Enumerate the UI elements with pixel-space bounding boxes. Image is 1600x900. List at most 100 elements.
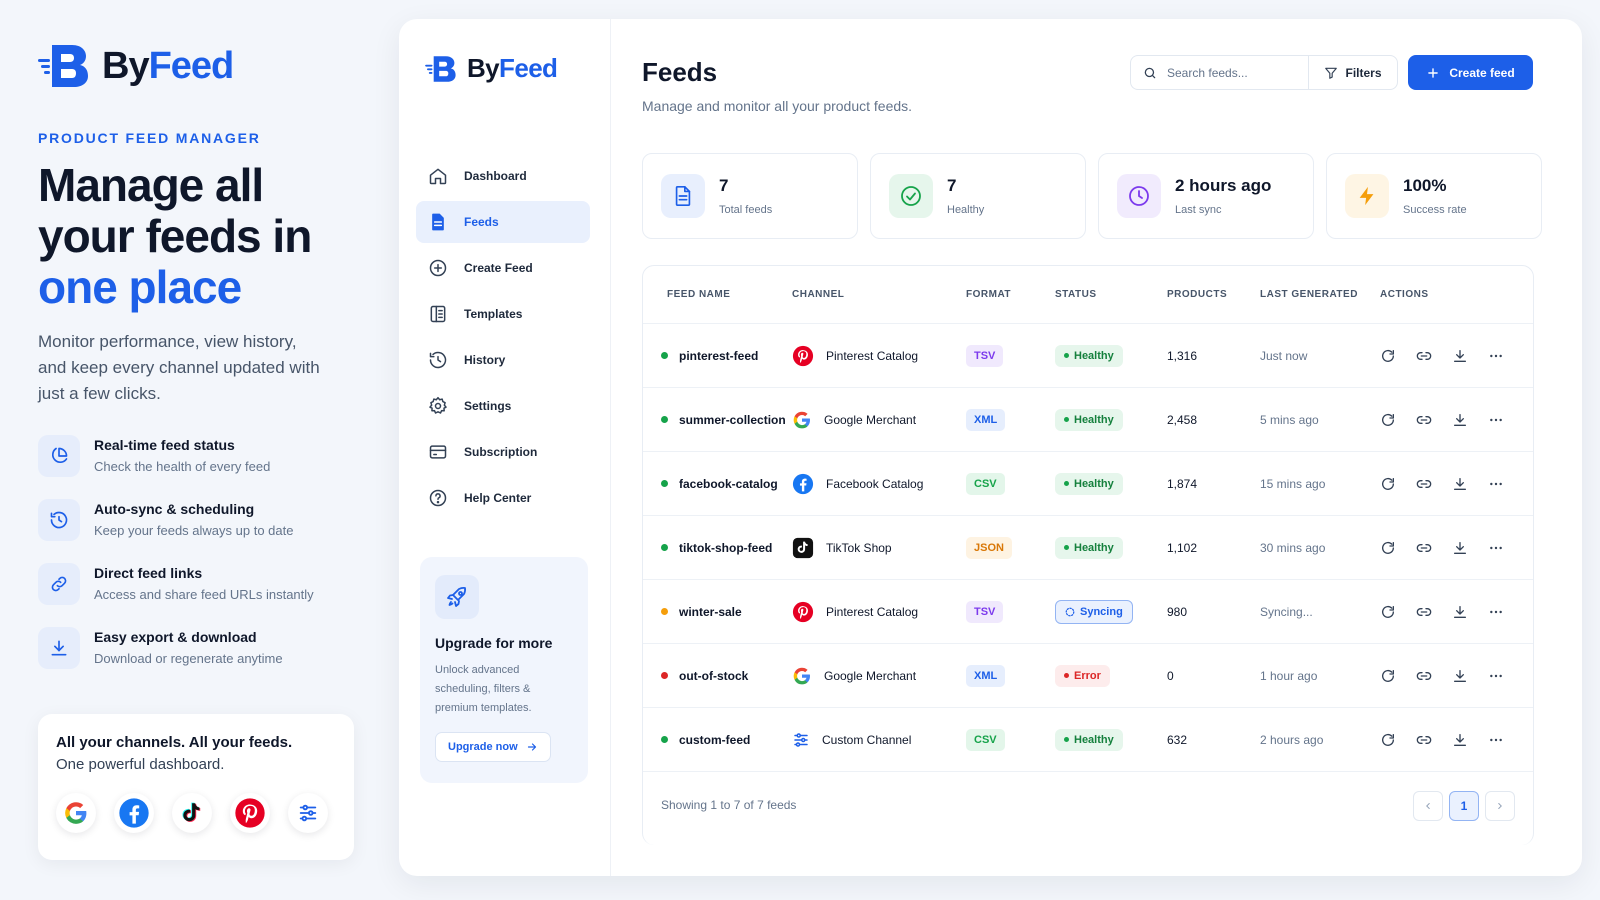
refresh-button[interactable] — [1380, 540, 1396, 556]
history-icon — [428, 350, 448, 370]
more-actions-button[interactable] — [1488, 732, 1504, 748]
feed-name[interactable]: facebook-catalog — [679, 477, 778, 491]
column-header-products[interactable]: PRODUCTS — [1167, 289, 1260, 300]
feature-item: Real-time feed status Check the health of… — [38, 435, 358, 479]
prev-page-button[interactable] — [1413, 791, 1443, 821]
custom-channel-icon — [288, 793, 328, 833]
sidebar-item-settings[interactable]: Settings — [416, 385, 590, 427]
filters-button[interactable]: Filters — [1308, 55, 1398, 90]
template-icon — [428, 304, 448, 324]
table-row[interactable]: tiktok-shop-feed TikTok Shop JSON Healthy 1,… — [643, 516, 1533, 580]
headline-accent: one place — [38, 261, 242, 313]
sidebar-item-label: Feeds — [464, 215, 499, 229]
sidebar-logo[interactable]: ByFeed — [425, 53, 558, 84]
download-button[interactable] — [1452, 668, 1468, 684]
sidebar-item-help-center[interactable]: Help Center — [416, 477, 590, 519]
sidebar-item-dashboard[interactable]: Dashboard — [416, 155, 590, 197]
feature-title: Auto-sync & scheduling — [94, 501, 255, 517]
card-icon — [428, 442, 448, 462]
status-label: Error — [1074, 669, 1101, 682]
copy-link-button[interactable] — [1416, 732, 1432, 748]
sidebar-item-history[interactable]: History — [416, 339, 590, 381]
sidebar-item-label: Settings — [464, 399, 512, 413]
more-actions-button[interactable] — [1488, 412, 1504, 428]
refresh-button[interactable] — [1380, 668, 1396, 684]
format-badge: CSV — [966, 472, 1005, 495]
copy-link-button[interactable] — [1416, 668, 1432, 684]
feed-name[interactable]: tiktok-shop-feed — [679, 541, 772, 555]
download-button[interactable] — [1452, 540, 1468, 556]
sidebar-brand: ByFeed — [467, 53, 558, 83]
feature-subtitle: Download or regenerate anytime — [94, 651, 283, 666]
refresh-icon — [1380, 476, 1396, 492]
more-horizontal-icon — [1488, 668, 1504, 684]
copy-link-button[interactable] — [1416, 540, 1432, 556]
table-row[interactable]: pinterest-feed Pinterest Catalog TSV Health… — [643, 324, 1533, 388]
feature-item: Easy export & download Download or regene… — [38, 627, 358, 671]
more-horizontal-icon — [1488, 732, 1504, 748]
feed-name[interactable]: pinterest-feed — [679, 349, 758, 363]
search-box[interactable] — [1130, 55, 1308, 90]
next-page-button[interactable] — [1485, 791, 1515, 821]
sidebar-item-label: History — [464, 353, 506, 367]
column-header-channel[interactable]: CHANNEL — [792, 289, 966, 300]
download-button[interactable] — [1452, 348, 1468, 364]
more-actions-button[interactable] — [1488, 540, 1504, 556]
row-actions — [1372, 540, 1532, 556]
more-actions-button[interactable] — [1488, 476, 1504, 492]
main-content: Feeds Manage and monitor all your produc… — [611, 19, 1582, 876]
download-button[interactable] — [1452, 412, 1468, 428]
table-row[interactable]: out-of-stock Google Merchant XML Error 0 1 ho… — [643, 644, 1533, 708]
sidebar-item-subscription[interactable]: Subscription — [416, 431, 590, 473]
channels-line-2: One powerful dashboard. — [56, 756, 225, 773]
column-header-last-generated[interactable]: LAST GENERATED — [1260, 289, 1372, 300]
more-actions-button[interactable] — [1488, 348, 1504, 364]
sidebar-item-create-feed[interactable]: Create Feed — [416, 247, 590, 289]
refresh-button[interactable] — [1380, 348, 1396, 364]
sidebar-nav: Dashboard Feeds Create Feed Templates Hi… — [416, 155, 590, 523]
feature-subtitle: Check the health of every feed — [94, 459, 271, 474]
promo-description: Monitor performance, view history, and k… — [38, 332, 320, 403]
column-header-status[interactable]: STATUS — [1055, 289, 1167, 300]
feed-name[interactable]: winter-sale — [679, 605, 742, 619]
copy-link-button[interactable] — [1416, 348, 1432, 364]
sidebar-item-templates[interactable]: Templates — [416, 293, 590, 335]
copy-link-button[interactable] — [1416, 604, 1432, 620]
headline-line-1: Manage all — [38, 159, 264, 211]
column-header-feed-name[interactable]: FEED NAME — [643, 289, 792, 300]
download-button[interactable] — [1452, 604, 1468, 620]
home-icon — [428, 166, 448, 186]
products-count: 1,102 — [1167, 540, 1198, 555]
refresh-button[interactable] — [1380, 604, 1396, 620]
upgrade-now-button[interactable]: Upgrade now — [435, 732, 551, 762]
copy-link-button[interactable] — [1416, 412, 1432, 428]
create-feed-button[interactable]: Create feed — [1408, 55, 1533, 90]
column-header-format[interactable]: FORMAT — [966, 289, 1055, 300]
more-actions-button[interactable] — [1488, 604, 1504, 620]
refresh-button[interactable] — [1380, 476, 1396, 492]
download-button[interactable] — [1452, 476, 1468, 492]
refresh-button[interactable] — [1380, 732, 1396, 748]
more-horizontal-icon — [1488, 412, 1504, 428]
feed-name[interactable]: out-of-stock — [679, 669, 748, 683]
table-row[interactable]: summer-collection Google Merchant XML Healt… — [643, 388, 1533, 452]
more-actions-button[interactable] — [1488, 668, 1504, 684]
refresh-icon — [1380, 348, 1396, 364]
feed-name[interactable]: summer-collection — [679, 413, 786, 427]
sidebar-item-feeds[interactable]: Feeds — [416, 201, 590, 243]
pinterest-icon — [792, 601, 814, 623]
table-body: pinterest-feed Pinterest Catalog TSV Health… — [643, 324, 1533, 772]
table-row[interactable]: winter-sale Pinterest Catalog TSV Syncing 98… — [643, 580, 1533, 644]
page-button-current[interactable]: 1 — [1449, 791, 1479, 821]
download-button[interactable] — [1452, 732, 1468, 748]
search-input[interactable] — [1167, 65, 1297, 80]
stat-card-total-feeds: 7 Total feeds — [642, 153, 858, 239]
table-row[interactable]: facebook-catalog Facebook Catalog CSV Healt… — [643, 452, 1533, 516]
last-generated: 2 hours ago — [1260, 732, 1324, 747]
table-row[interactable]: custom-feed Custom Channel CSV Healthy 632 2 … — [643, 708, 1533, 772]
feed-name[interactable]: custom-feed — [679, 733, 750, 747]
pagination-summary: Showing 1 to 7 of 7 feeds — [661, 798, 797, 812]
status-badge: Healthy — [1055, 472, 1123, 495]
copy-link-button[interactable] — [1416, 476, 1432, 492]
refresh-button[interactable] — [1380, 412, 1396, 428]
